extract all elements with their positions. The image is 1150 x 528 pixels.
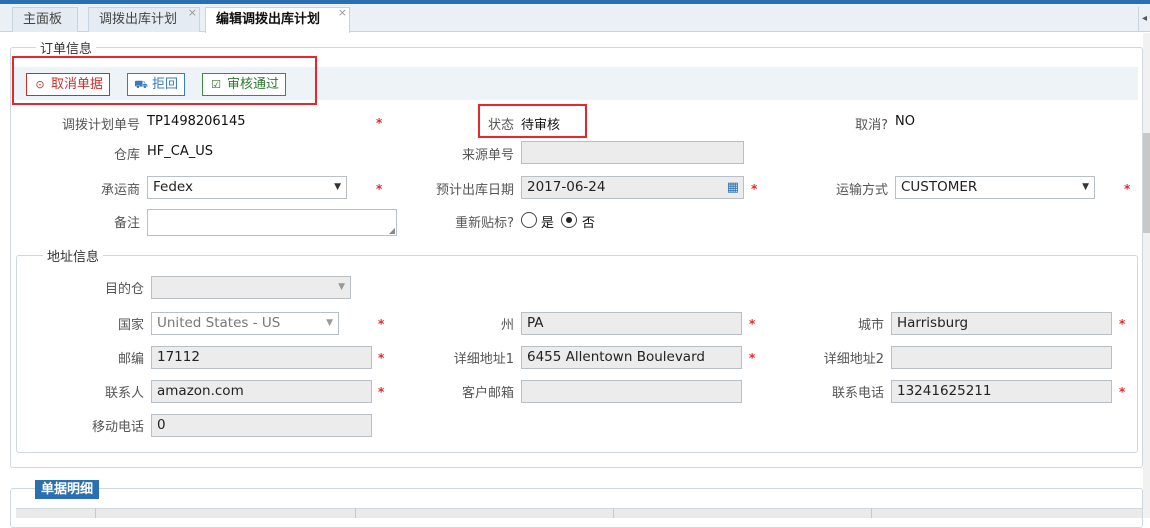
table-column-divider [871,508,872,518]
details-section-tag: 单据明细 [35,480,100,499]
required-mark: * [1119,385,1126,399]
city-field[interactable]: Harrisburg [891,312,1112,335]
carrier-value: Fedex [153,179,193,195]
tab-label: 调拨出库计划 [99,12,178,27]
approve-button[interactable]: ☑ 审核通过 [202,73,287,96]
table-column-divider [95,508,96,518]
checkbox-check-icon: ☑ [211,78,221,91]
chevron-down-icon: ▼ [334,182,341,192]
tab-dashboard[interactable]: 主面板 [12,7,78,32]
approve-label: 审核通过 [227,77,280,92]
cancelled-label: 取消? [855,118,888,133]
email-label: 客户邮箱 [461,386,514,401]
address1-field[interactable]: 6455 Allentown Boulevard [521,346,742,369]
address1-label: 详细地址1 [453,352,514,367]
remark-textarea[interactable]: ◢ [147,209,397,236]
table-column-divider [355,508,356,518]
relabel-no-label: 否 [582,216,596,231]
calendar-icon[interactable]: ▦ [727,177,739,198]
chevron-down-icon: ▼ [338,282,345,292]
dest-warehouse-label: 目的仓 [104,282,144,297]
tab-edit-transfer-plan[interactable]: 编辑调拨出库计划 × [205,6,350,33]
warehouse-label: 仓库 [113,148,140,163]
truck-icon: ⛟ [134,78,148,91]
required-mark: * [376,182,383,196]
planned-date-label: 预计出库日期 [435,183,514,198]
zip-label: 邮编 [117,352,144,367]
tab-bar: 主面板 调拨出库计划 × 编辑调拨出库计划 × ◂ [0,4,1150,33]
planned-date-value: 2017-06-24 [527,179,606,195]
tab-transfer-plan[interactable]: 调拨出库计划 × [88,6,200,32]
table-column-divider [613,508,614,518]
required-mark: * [1124,182,1131,196]
mobile-label: 移动电话 [91,420,144,435]
carrier-select[interactable]: Fedex ▼ [147,176,347,199]
required-mark: * [378,351,385,365]
status-value: 待审核 [521,118,561,133]
ship-method-label: 运输方式 [835,183,888,198]
phone-label: 联系电话 [831,386,884,401]
ship-method-select[interactable]: CUSTOMER ▼ [895,176,1095,199]
plan-no-label: 调拨计划单号 [61,118,140,133]
contact-field[interactable]: amazon.com [151,380,372,403]
mobile-field[interactable]: 0 [151,414,372,437]
required-mark: * [378,317,385,331]
required-mark: * [376,116,383,130]
source-no-label: 来源单号 [461,148,514,163]
tab-label: 编辑调拨出库计划 [216,12,321,27]
required-mark: * [1119,317,1126,331]
order-info-legend: 订单信息 [36,38,97,57]
phone-field[interactable]: 13241625211 [891,380,1112,403]
chevron-down-icon: ▼ [326,318,333,328]
chevron-down-icon: ▼ [1082,182,1089,192]
address2-label: 详细地址2 [823,352,884,367]
tab-scroll-icon[interactable]: ◂ [1138,7,1150,32]
warehouse-value: HF_CA_US [147,144,213,159]
relabel-yes-radio[interactable] [521,212,537,228]
page-scrollbar[interactable] [1143,33,1150,518]
stop-circle-icon: ⊙ [35,78,45,91]
remark-label: 备注 [113,216,140,231]
close-icon[interactable]: × [188,1,197,25]
status-label: 状态 [487,118,514,133]
required-mark: * [749,351,756,365]
required-mark: * [378,385,385,399]
relabel-yes-label: 是 [541,216,555,231]
scrollbar-thumb[interactable] [1143,133,1150,233]
source-no-field[interactable] [521,141,744,164]
state-label: 州 [500,318,514,333]
plan-no-value: TP1498206145 [147,114,246,129]
reject-label: 拒回 [152,77,179,92]
address2-field[interactable] [891,346,1112,369]
relabel-no-radio[interactable] [561,212,577,228]
cancel-order-label: 取消单据 [51,77,104,92]
state-field[interactable]: PA [521,312,742,335]
contact-label: 联系人 [104,386,144,401]
country-select[interactable]: United States - US ▼ [151,312,339,335]
country-label: 国家 [117,318,144,333]
close-icon[interactable]: × [338,1,347,25]
dest-warehouse-select[interactable]: ▼ [151,276,351,299]
planned-date-field[interactable]: 2017-06-24 ▦ [521,176,744,199]
tab-label: 主面板 [23,12,63,27]
cancel-order-button[interactable]: ⊙ 取消单据 [26,73,111,96]
details-table-header [16,508,1142,518]
required-mark: * [751,182,758,196]
reject-button[interactable]: ⛟ 拒回 [127,73,186,96]
zip-field[interactable]: 17112 [151,346,372,369]
ship-method-value: CUSTOMER [901,179,978,195]
relabel-label: 重新贴标? [455,216,514,231]
carrier-label: 承运商 [100,183,140,198]
cancelled-value: NO [895,114,915,129]
resize-handle-icon[interactable]: ◢ [389,226,395,235]
address-info-legend: 地址信息 [43,246,104,265]
country-value: United States - US [157,315,281,331]
city-label: 城市 [857,318,884,333]
required-mark: * [749,317,756,331]
email-field[interactable] [521,380,742,403]
